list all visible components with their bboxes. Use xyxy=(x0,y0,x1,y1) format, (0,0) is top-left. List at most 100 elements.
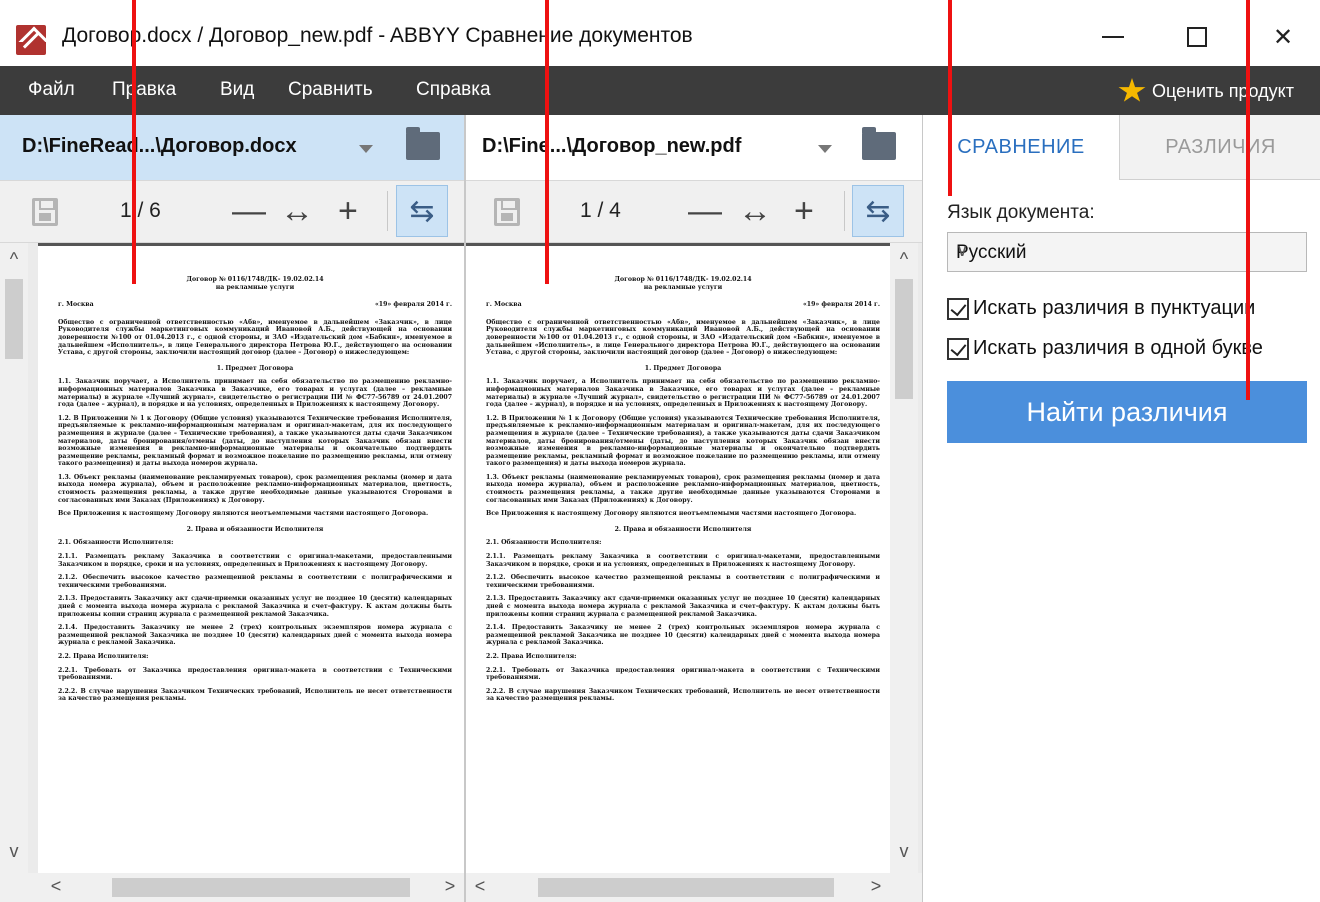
doc-subtitle: на рекламные услуги xyxy=(643,283,723,291)
menu-file[interactable]: Файл xyxy=(28,79,75,101)
doc-paragraph: 2.2.1. Требовать от Заказчика предоставл… xyxy=(486,666,880,682)
right-document-header[interactable]: D:\Fine...\Договор_new.pdf xyxy=(466,115,922,180)
doc-paragraph: 1.1. Заказчик поручает, а Исполнитель пр… xyxy=(58,378,452,409)
menu-view[interactable]: Вид xyxy=(220,79,254,101)
fit-width-icon[interactable]: ↔ xyxy=(280,191,314,231)
document-text: Договор № 0116/1748/ДК- 19.02.02.14 на ре… xyxy=(486,276,880,709)
right-document-path: D:\Fine...\Договор_new.pdf xyxy=(482,135,742,157)
doc-paragraph: 2.1.2. Обеспечить высокое качество разме… xyxy=(58,574,452,589)
pane-splitter[interactable] xyxy=(464,115,466,902)
doc-paragraph: 2.2. Права Исполнителя: xyxy=(58,652,149,660)
annotation-line xyxy=(948,0,952,196)
folder-icon[interactable] xyxy=(406,127,440,160)
doc-paragraph: 2.1.1. Размещать рекламу Заказчика в соо… xyxy=(58,553,452,568)
zoom-in-icon[interactable]: + xyxy=(338,191,358,231)
menu-compare[interactable]: Сравнить xyxy=(288,79,373,101)
punctuation-option-label: Искать различия в пунктуации xyxy=(973,297,1256,319)
save-icon[interactable] xyxy=(494,198,520,226)
document-page: Договор № 0116/1748/ДК- 19.02.02.14 на ре… xyxy=(38,243,464,873)
punctuation-checkbox[interactable] xyxy=(947,297,969,320)
right-toolbar: 1 / 4 — ↔ + ⇆ xyxy=(466,180,922,243)
doc-paragraph: 2.1.3. Предоставить Заказчику акт сдачи-… xyxy=(58,595,452,618)
toolbar-divider xyxy=(387,191,388,231)
doc-paragraph: 2.2.2. В случае нарушения Заказчиком Тех… xyxy=(486,687,880,703)
doc-paragraph: Общество с ограниченной ответственностью… xyxy=(58,318,452,357)
rate-product-button[interactable]: Оценить продукт xyxy=(1118,78,1294,104)
doc-section-heading: 1. Предмет Договора xyxy=(216,364,294,372)
left-document-path: D:\FineRead...\Договор.docx xyxy=(22,135,297,157)
menu-bar: Файл Правка Вид Сравнить Справка Оценить… xyxy=(0,66,1320,115)
doc-paragraph: Все Приложения к настоящему Договору явл… xyxy=(486,510,857,518)
folder-icon[interactable] xyxy=(862,127,896,160)
app-window: Договор.docx / Договор_new.pdf - ABBYY С… xyxy=(0,0,1320,902)
chevron-down-icon[interactable] xyxy=(818,145,832,153)
save-icon[interactable] xyxy=(32,198,58,226)
scroll-right-icon[interactable]: > xyxy=(862,876,890,897)
scrollbar-thumb[interactable] xyxy=(5,279,23,359)
doc-date: «19» февраля 2014 г. xyxy=(802,301,880,309)
scroll-up-icon[interactable]: ^ xyxy=(0,249,28,270)
annotation-line xyxy=(1246,0,1250,400)
language-label: Язык документа: xyxy=(947,202,1095,223)
left-document-header[interactable]: D:\FineRead...\Договор.docx xyxy=(0,115,464,180)
scroll-down-icon[interactable]: v xyxy=(890,841,918,862)
scroll-left-icon[interactable]: < xyxy=(42,876,70,897)
close-icon: ✕ xyxy=(1272,23,1294,51)
minimize-button[interactable] xyxy=(1078,12,1148,62)
right-document-view[interactable]: Договор № 0116/1748/ДК- 19.02.02.14 на ре… xyxy=(466,243,922,873)
tab-compare[interactable]: СРАВНЕНИЕ xyxy=(923,115,1119,180)
sync-scroll-button[interactable]: ⇆ xyxy=(396,185,448,237)
left-vertical-scrollbar[interactable]: ^ v xyxy=(0,243,28,873)
one-letter-option-label: Искать различия в одной букве xyxy=(973,337,1263,359)
doc-paragraph: 2.1.2. Обеспечить высокое качество разме… xyxy=(486,574,880,589)
scroll-up-icon[interactable]: ^ xyxy=(890,249,918,270)
punctuation-option[interactable]: Искать различия в пунктуации xyxy=(947,297,1255,320)
scroll-right-icon[interactable]: > xyxy=(436,876,464,897)
menu-help[interactable]: Справка xyxy=(416,79,491,101)
chevron-down-icon: ∨ xyxy=(956,241,969,260)
title-bar: Договор.docx / Договор_new.pdf - ABBYY С… xyxy=(0,0,1320,66)
doc-paragraph: 1.3. Объект рекламы (наименование реклам… xyxy=(486,473,880,504)
scroll-down-icon[interactable]: v xyxy=(0,841,28,862)
maximize-button[interactable] xyxy=(1162,12,1232,62)
fit-width-icon[interactable]: ↔ xyxy=(738,191,772,231)
document-text: Договор № 0116/1748/ДК- 19.02.02.14 на ре… xyxy=(58,276,452,709)
doc-city: г. Москва xyxy=(58,301,94,309)
scroll-left-icon[interactable]: < xyxy=(466,876,494,897)
doc-paragraph: 1.2. В Приложении № 1 к Договору (Общие … xyxy=(486,414,880,468)
abbyy-logo-icon xyxy=(16,25,46,55)
close-button[interactable]: ✕ xyxy=(1248,12,1318,62)
language-select[interactable]: Русский ∨ xyxy=(947,232,1307,272)
left-document-view[interactable]: Договор № 0116/1748/ДК- 19.02.02.14 на ре… xyxy=(0,243,464,873)
minimize-icon xyxy=(1102,36,1124,38)
right-horizontal-scrollbar[interactable]: < > xyxy=(466,873,922,902)
doc-paragraph: 2.2.1. Требовать от Заказчика предоставл… xyxy=(58,666,452,682)
tab-differences[interactable]: РАЗЛИЧИЯ xyxy=(1119,115,1320,180)
one-letter-checkbox[interactable] xyxy=(947,337,969,360)
sync-scroll-button[interactable]: ⇆ xyxy=(852,185,904,237)
scrollbar-thumb[interactable] xyxy=(895,279,913,399)
one-letter-option[interactable]: Искать различия в одной букве xyxy=(947,337,1263,360)
doc-subtitle: на рекламные услуги xyxy=(215,283,295,291)
chevron-down-icon[interactable] xyxy=(359,145,373,153)
doc-paragraph: 1.1. Заказчик поручает, а Исполнитель пр… xyxy=(486,378,880,409)
scrollbar-thumb[interactable] xyxy=(538,878,834,897)
zoom-out-icon[interactable]: — xyxy=(232,191,266,231)
zoom-out-icon[interactable]: — xyxy=(688,191,722,231)
doc-paragraph: Все Приложения к настоящему Договору явл… xyxy=(58,510,429,518)
zoom-in-icon[interactable]: + xyxy=(794,191,814,231)
doc-section-heading: 1. Предмет Договора xyxy=(644,364,722,372)
doc-paragraph: 2.2.2. В случае нарушения Заказчиком Тех… xyxy=(58,687,452,703)
scrollbar-thumb[interactable] xyxy=(112,878,410,897)
doc-title: Договор № 0116/1748/ДК- 19.02.02.14 xyxy=(186,276,324,283)
left-horizontal-scrollbar[interactable]: < > xyxy=(0,873,464,902)
right-page-counter: 1 / 4 xyxy=(580,199,621,222)
side-panel: СРАВНЕНИЕ РАЗЛИЧИЯ Язык документа: Русск… xyxy=(922,115,1320,902)
rate-product-label: Оценить продукт xyxy=(1152,80,1294,101)
doc-date: «19» февраля 2014 г. xyxy=(374,301,452,309)
menu-edit[interactable]: Правка xyxy=(112,79,176,101)
right-vertical-scrollbar[interactable]: ^ v xyxy=(890,243,918,873)
find-differences-button[interactable]: Найти различия xyxy=(947,381,1307,443)
doc-city: г. Москва xyxy=(486,301,522,309)
doc-paragraph: Общество с ограниченной ответственностью… xyxy=(486,318,880,357)
